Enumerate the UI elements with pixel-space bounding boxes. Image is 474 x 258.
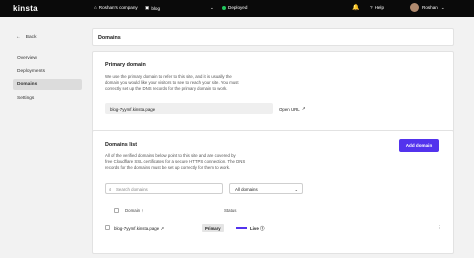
arrow-left-icon: ← <box>16 35 21 40</box>
help-label: Help <box>374 5 385 10</box>
column-status: Status <box>224 208 237 213</box>
chevron-down-icon: ⌄ <box>440 4 445 10</box>
sidebar-item-label: Overview <box>17 56 37 61</box>
home-icon: ⌂ <box>94 5 97 10</box>
deploy-status: Deployed <box>222 5 247 10</box>
status-dot-icon <box>222 5 226 10</box>
bell-icon[interactable]: 🔔 <box>352 4 359 11</box>
status-line <box>236 227 247 229</box>
domains-description-3: records for the domains must be set up c… <box>105 165 231 170</box>
search-icon: ⌕ <box>109 186 112 192</box>
sidebar-item-deployments[interactable]: Deployments <box>13 66 82 77</box>
sidebar-item-label: Settings <box>17 96 35 101</box>
table-row: blog-7yymf.kinsta.page ↗ Primary Live ⓘ … <box>105 224 441 235</box>
site-icon: ▣ <box>145 5 150 10</box>
select-all-checkbox[interactable] <box>114 208 119 213</box>
site-name: blog <box>151 5 161 11</box>
user-name: Roshan <box>422 5 438 10</box>
open-url-label: Open URL <box>279 106 300 112</box>
kinsta-logo[interactable]: kinsta <box>13 4 38 13</box>
sidebar-item-settings[interactable]: Settings <box>13 93 82 104</box>
company-name: Roshan's company <box>98 5 138 10</box>
chevron-down-icon[interactable]: ⌄ <box>210 5 214 11</box>
domain-link[interactable]: blog-7yymf.kinsta.page ↗ <box>114 226 164 232</box>
sidebar-item-overview[interactable]: Overview <box>13 53 82 64</box>
more-options-icon[interactable]: ⋮ <box>437 225 441 231</box>
back-link[interactable]: ← Back <box>16 35 36 40</box>
top-bar: kinsta ⌂ Roshan's company ▣ blog ⌄ Deplo… <box>0 0 474 17</box>
chevron-down-icon: ⌄ <box>294 186 298 192</box>
back-label: Back <box>25 35 37 40</box>
add-domain-button[interactable]: Add domain <box>399 139 439 152</box>
search-placeholder: Search domains <box>116 187 148 192</box>
domains-list-title: Domains list <box>105 142 138 148</box>
sidebar-item-label: Deployments <box>17 69 45 74</box>
status-label: Live ⓘ <box>250 225 265 231</box>
avatar <box>410 3 419 12</box>
domains-list-card: Domains list Add domain All of the verif… <box>92 130 454 254</box>
external-link-icon: ↗ <box>160 225 165 231</box>
domain-filter-value: All domains <box>235 187 258 192</box>
help-icon: ? <box>370 5 373 10</box>
table-header: Domain ↑ Status <box>105 207 441 217</box>
row-checkbox[interactable] <box>105 225 110 230</box>
open-url-link[interactable]: Open URL ↗ <box>279 106 305 112</box>
external-link-icon: ↗ <box>301 106 306 111</box>
user-menu[interactable]: Roshan ⌄ <box>410 3 445 12</box>
page-title: Domains <box>98 35 121 41</box>
primary-domain-url: blog-7yymf.kinsta.page <box>105 103 273 114</box>
primary-domain-title: Primary domain <box>105 62 146 68</box>
site-selector[interactable]: ▣ blog <box>145 5 160 11</box>
domain-filter-select[interactable]: All domains ⌄ <box>229 183 303 194</box>
search-input[interactable]: ⌕ Search domains <box>105 183 223 194</box>
primary-badge: Primary <box>202 224 224 232</box>
help-button[interactable]: ? Help <box>370 5 384 10</box>
page-header: Domains <box>92 28 454 46</box>
column-domain[interactable]: Domain ↑ <box>125 208 144 213</box>
deploy-status-label: Deployed <box>228 5 248 10</box>
primary-domain-description-3: correctly set up the DNS records for the… <box>105 86 228 91</box>
sidebar-item-label: Domains <box>17 82 38 87</box>
company-selector[interactable]: ⌂ Roshan's company <box>94 5 138 10</box>
sidebar-item-domains[interactable]: Domains <box>13 79 82 90</box>
